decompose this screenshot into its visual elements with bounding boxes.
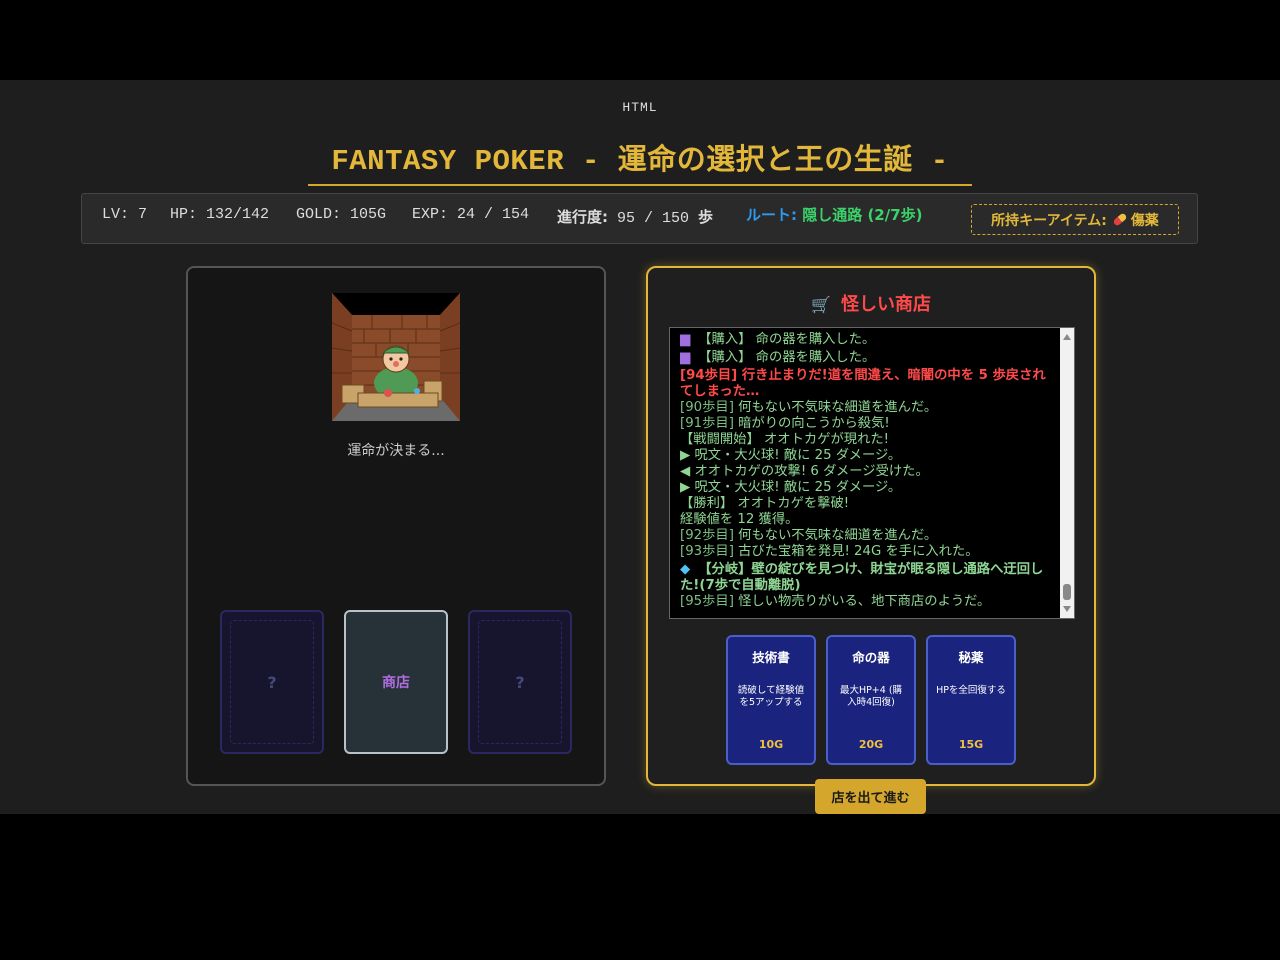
item-desc: HPを全回復する bbox=[936, 685, 1006, 696]
level-stat: LV: 7 bbox=[102, 206, 148, 223]
log-line: 【勝利】 オオトカゲを撃破! bbox=[680, 496, 850, 511]
progress-label: 進行度: bbox=[557, 208, 608, 226]
log-line: ◀ オオトカゲの攻撃! 6 ダメージ受けた。 bbox=[680, 464, 929, 479]
log-line: ▶ 呪文・大火球! 敵に 25 ダメージ。 bbox=[680, 480, 902, 495]
log-text: 【分岐】壁の綻びを見つけ、財宝が眠る隠し通路へ迂回した!(7歩で自動離脱) bbox=[680, 562, 1044, 593]
log-text: 何もない不気味な細道を進んだ。 bbox=[733, 528, 938, 543]
item-price: 15G bbox=[958, 738, 984, 751]
log-line: ▆ 【購入】 命の器を購入した。 bbox=[680, 350, 1052, 366]
log-text: 【購入】 命の器を購入した。 bbox=[698, 332, 876, 347]
log-line: 【戦闘開始】 オオトカゲが現れた! bbox=[680, 432, 890, 447]
leave-shop-button[interactable]: 店を出て進む bbox=[815, 779, 926, 814]
log-line: [93歩目] 古びた宝箱を発見! 24G を手に入れた。 bbox=[680, 544, 1052, 560]
item-desc: 読破して経験値を5アップする bbox=[737, 685, 805, 708]
html-label: HTML bbox=[622, 100, 658, 115]
shop-title-text: 怪しい商店 bbox=[840, 294, 931, 315]
pill-icon bbox=[1112, 212, 1128, 227]
log-text: 怪しい物売りがいる、地下商店のようだ。 bbox=[733, 594, 991, 609]
item-name: 秘薬 bbox=[958, 650, 984, 665]
scroll-up-icon[interactable] bbox=[1063, 334, 1071, 340]
gem-icon: ◆ bbox=[680, 562, 691, 577]
log-scrollbar[interactable] bbox=[1060, 328, 1074, 618]
card-label: ? bbox=[515, 672, 525, 692]
log-line: [90歩目] 何もない不気味な細道を進んだ。 bbox=[680, 400, 1052, 416]
box-icon: ▆ bbox=[680, 350, 691, 365]
message-log[interactable]: ▆ 【購入】 命の器を購入した。 ▆ 【購入】 命の器を購入した。 [94歩目] 行… bbox=[669, 327, 1075, 619]
item-desc: 最大HP+4 (購入時4回復) bbox=[839, 685, 903, 708]
log-line: 経験値を 12 獲得。 bbox=[680, 512, 799, 527]
progress-stat: 進行度: 95 / 150 歩 bbox=[557, 206, 713, 227]
log-line: [94歩目] 行き止まりだ!道を間違え、暗闇の中を 5 歩戻されてしまった… bbox=[680, 368, 1046, 399]
card-label: 商店 bbox=[382, 675, 410, 691]
box-icon: ▆ bbox=[680, 332, 691, 347]
route-value: 隠し通路 (2/7歩) bbox=[802, 206, 923, 224]
log-line: [91歩目] 暗がりの向こうから殺気! bbox=[680, 416, 1052, 432]
item-name: 技術書 bbox=[752, 650, 790, 665]
progress-value: 95 / 150 bbox=[617, 210, 690, 227]
log-text: 暗がりの向こうから殺気! bbox=[733, 416, 890, 431]
item-price: 10G bbox=[758, 738, 784, 751]
shop-item-elixir[interactable]: 秘薬 HPを全回復する 15G bbox=[926, 635, 1016, 765]
log-step: [90歩目] bbox=[680, 400, 734, 415]
exp-stat: EXP: 24 / 154 bbox=[412, 206, 530, 223]
event-panel: 運命が決まる... ? 商店 ? bbox=[186, 266, 606, 786]
key-item-label: 所持キーアイテム: bbox=[991, 212, 1107, 229]
log-step: [93歩目] bbox=[680, 544, 734, 559]
item-name: 命の器 bbox=[852, 650, 890, 665]
log-step: [95歩目] bbox=[680, 594, 734, 609]
fate-card-left[interactable]: ? bbox=[220, 610, 324, 754]
key-item-box: 所持キーアイテム: 傷薬 bbox=[971, 204, 1179, 235]
card-label: ? bbox=[267, 672, 277, 692]
progress-unit: 歩 bbox=[698, 208, 714, 226]
scroll-down-icon[interactable] bbox=[1063, 606, 1071, 612]
fate-card-right[interactable]: ? bbox=[468, 610, 572, 754]
log-step: [91歩目] bbox=[680, 416, 734, 431]
log-text: 【購入】 命の器を購入した。 bbox=[698, 350, 876, 365]
shop-panel: 🛒 怪しい商店 ▆ 【購入】 命の器を購入した。 ▆ 【購入】 命の器を購入した。 [… bbox=[646, 266, 1096, 786]
shop-item-tech-book[interactable]: 技術書 読破して経験値を5アップする 10G bbox=[726, 635, 816, 765]
log-line: ▶ 呪文・大火球! 敵に 25 ダメージ。 bbox=[680, 448, 902, 463]
shopkeeper-scene bbox=[332, 293, 460, 421]
game-title: FANTASY POKER - 運命の選択と王の生誕 - bbox=[308, 136, 972, 186]
route-stat: ルート: 隠し通路 (2/7歩) bbox=[746, 204, 923, 225]
shop-title: 🛒 怪しい商店 bbox=[648, 290, 1094, 316]
cart-icon: 🛒 bbox=[811, 295, 831, 314]
game-stage: HTML FANTASY POKER - 運命の選択と王の生誕 - LV: 7 … bbox=[0, 80, 1280, 814]
log-line: ◆ 【分岐】壁の綻びを見つけ、財宝が眠る隠し通路へ迂回した!(7歩で自動離脱) bbox=[680, 562, 1052, 594]
log-line: ▆ 【購入】 命の器を購入した。 bbox=[680, 332, 1052, 348]
log-line: [95歩目] 怪しい物売りがいる、地下商店のようだ。 bbox=[680, 594, 1052, 610]
key-item-name: 傷薬 bbox=[1130, 212, 1159, 229]
hp-stat: HP: 132/142 bbox=[170, 206, 270, 223]
log-step: [92歩目] bbox=[680, 528, 734, 543]
status-bar: LV: 7 HP: 132/142 GOLD: 105G EXP: 24 / 1… bbox=[81, 193, 1198, 244]
shopkeeper-illustration bbox=[332, 293, 460, 421]
fate-card-shop[interactable]: 商店 bbox=[344, 610, 448, 754]
item-price: 20G bbox=[858, 738, 884, 751]
log-lines: ▆ 【購入】 命の器を購入した。 ▆ 【購入】 命の器を購入した。 [94歩目] 行… bbox=[680, 332, 1052, 610]
log-text: 何もない不気味な細道を進んだ。 bbox=[733, 400, 938, 415]
shop-item-life-vessel[interactable]: 命の器 最大HP+4 (購入時4回復) 20G bbox=[826, 635, 916, 765]
gold-stat: GOLD: 105G bbox=[296, 206, 387, 223]
scene-caption: 運命が決まる... bbox=[347, 443, 445, 459]
route-label: ルート: bbox=[746, 206, 797, 224]
scroll-thumb[interactable] bbox=[1063, 584, 1071, 600]
log-line: [92歩目] 何もない不気味な細道を進んだ。 bbox=[680, 528, 1052, 544]
log-text: 古びた宝箱を発見! 24G を手に入れた。 bbox=[733, 544, 979, 559]
